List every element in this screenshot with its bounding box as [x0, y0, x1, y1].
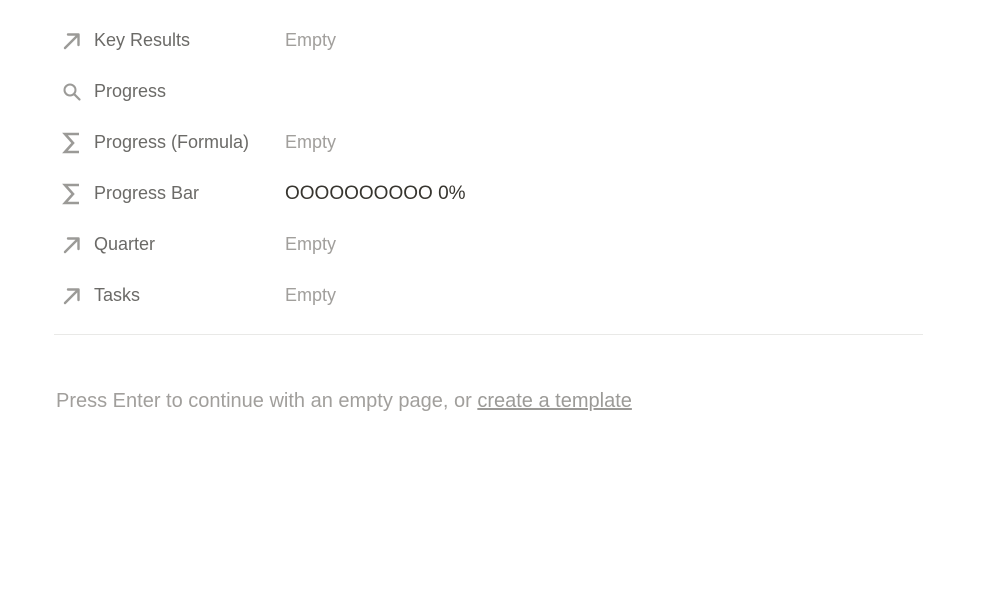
- properties-list: Key Results Empty Progress Progress (For…: [54, 15, 923, 321]
- property-value-tasks[interactable]: Empty: [285, 279, 923, 313]
- property-label: Progress (Formula): [94, 132, 250, 152]
- property-label: Progress Bar: [94, 183, 200, 203]
- property-value-progress-bar[interactable]: OOOOOOOOOO 0%: [285, 177, 923, 211]
- property-value-key-results[interactable]: Empty: [285, 24, 923, 58]
- property-name-progress[interactable]: Progress: [54, 75, 285, 109]
- property-label: Quarter: [94, 234, 156, 254]
- arrow-up-right-icon: [60, 29, 84, 53]
- property-row-key-results: Key Results Empty: [54, 15, 923, 66]
- property-value-progress-formula[interactable]: Empty: [285, 126, 923, 160]
- property-row-progress-bar: Progress Bar OOOOOOOOOO 0%: [54, 168, 923, 219]
- hint-text: Press Enter to continue with an empty pa…: [56, 390, 478, 412]
- properties-divider: [54, 334, 923, 335]
- property-label: Key Results: [94, 30, 191, 50]
- property-value-quarter[interactable]: Empty: [285, 228, 923, 262]
- property-name-tasks[interactable]: Tasks: [54, 279, 285, 313]
- property-row-tasks: Tasks Empty: [54, 270, 923, 321]
- sigma-icon: [60, 131, 84, 155]
- property-label: Progress: [94, 81, 167, 101]
- search-icon: [60, 80, 84, 104]
- property-label: Tasks: [94, 285, 141, 305]
- property-row-progress: Progress: [54, 66, 923, 117]
- progress-bar-text: OOOOOOOOOO 0%: [285, 182, 466, 204]
- create-template-link[interactable]: create a template: [477, 390, 632, 412]
- empty-page-hint: Press Enter to continue with an empty pa…: [56, 390, 632, 413]
- property-row-progress-formula: Progress (Formula) Empty: [54, 117, 923, 168]
- property-name-progress-formula[interactable]: Progress (Formula): [54, 126, 285, 160]
- sigma-icon: [60, 182, 84, 206]
- property-value-progress[interactable]: [285, 75, 923, 109]
- property-name-progress-bar[interactable]: Progress Bar: [54, 177, 285, 211]
- property-row-quarter: Quarter Empty: [54, 219, 923, 270]
- property-name-key-results[interactable]: Key Results: [54, 24, 285, 58]
- arrow-up-right-icon: [60, 284, 84, 308]
- arrow-up-right-icon: [60, 233, 84, 257]
- property-name-quarter[interactable]: Quarter: [54, 228, 285, 262]
